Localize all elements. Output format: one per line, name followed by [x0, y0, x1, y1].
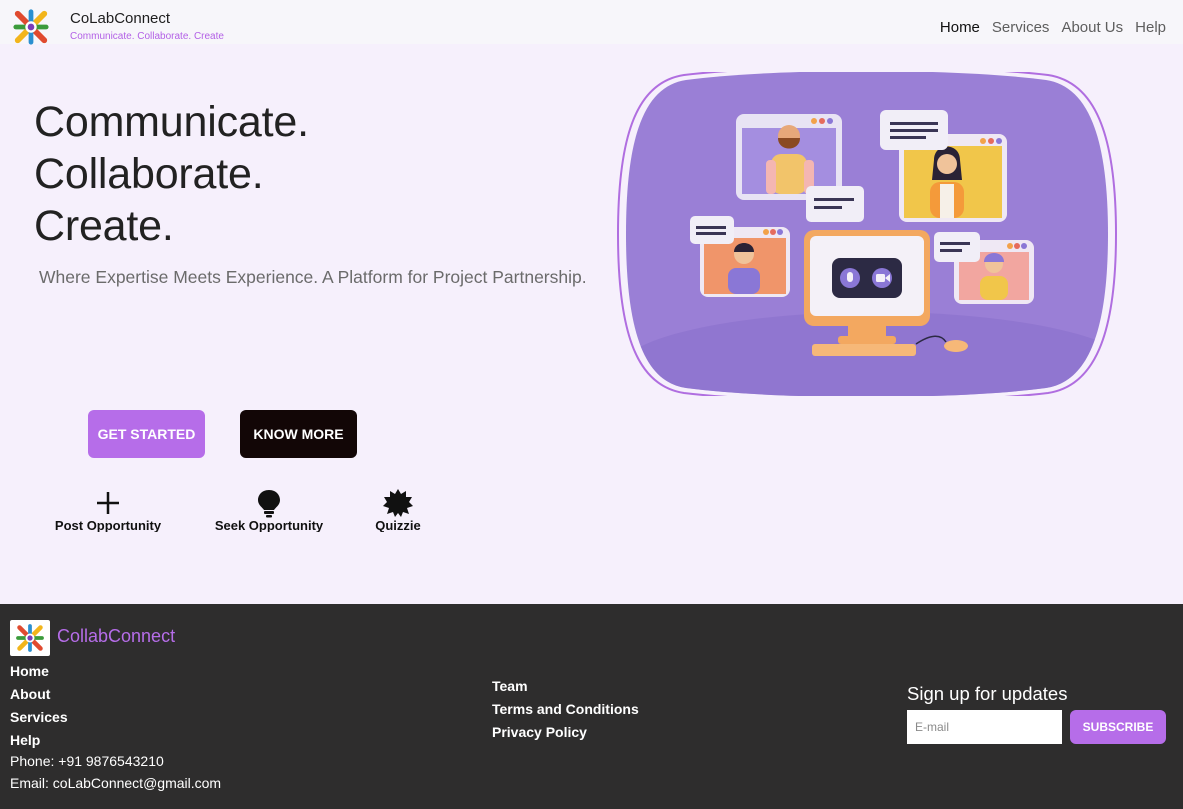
main-nav: Home Services About Us Help — [940, 19, 1166, 36]
get-started-button[interactable]: GET STARTED — [88, 410, 205, 458]
video-collaboration-illustration — [616, 72, 1118, 396]
plus-icon — [97, 492, 119, 514]
brand-name[interactable]: CoLabConnect — [70, 10, 170, 27]
colabconnect-logo-icon — [16, 624, 44, 652]
know-more-button[interactable]: KNOW MORE — [240, 410, 357, 458]
feature-label: Post Opportunity — [54, 518, 162, 532]
footer-email: Email: coLabConnect@gmail.com — [10, 775, 222, 791]
hero-subline: Where Expertise Meets Experience. A Plat… — [39, 267, 587, 287]
footer-link-privacy[interactable]: Privacy Policy — [492, 721, 639, 744]
feature-quizzie[interactable]: Quizzie — [360, 488, 436, 532]
footer-logo[interactable] — [10, 620, 50, 656]
nav-home[interactable]: Home — [940, 19, 980, 36]
feature-post-opportunity[interactable]: Post Opportunity — [48, 488, 168, 532]
feature-label: Quizzie — [375, 518, 421, 532]
nav-help[interactable]: Help — [1135, 19, 1166, 36]
top-navbar: CoLabConnect Communicate. Collaborate. C… — [0, 0, 1183, 46]
footer-phone: Phone: +91 9876543210 — [10, 753, 164, 769]
footer-links-secondary: Team Terms and Conditions Privacy Policy — [492, 675, 639, 744]
footer-link-services[interactable]: Services — [10, 706, 68, 729]
lightbulb-icon — [258, 490, 280, 518]
footer-link-help[interactable]: Help — [10, 729, 68, 752]
hero-headline: Communicate. Collaborate. Create. — [34, 96, 309, 252]
footer-link-home[interactable]: Home — [10, 660, 68, 683]
signup-title: Sign up for updates — [907, 683, 1068, 704]
signup-email-input[interactable] — [907, 710, 1062, 744]
headline-line-1: Communicate. — [34, 98, 309, 146]
feature-label: Seek Opportunity — [214, 518, 324, 532]
subscribe-button[interactable]: SUBSCRIBE — [1070, 710, 1166, 744]
footer-link-team[interactable]: Team — [492, 675, 639, 698]
colabconnect-logo[interactable] — [12, 8, 50, 46]
nav-about-us[interactable]: About Us — [1061, 19, 1123, 36]
footer-links-primary: Home About Services Help — [10, 660, 68, 752]
headline-line-2: Collaborate. — [34, 150, 264, 198]
brand-tagline: Communicate. Collaborate. Create — [70, 31, 224, 42]
headline-line-3: Create. — [34, 202, 174, 250]
footer-link-terms[interactable]: Terms and Conditions — [492, 698, 639, 721]
nav-services[interactable]: Services — [992, 19, 1050, 36]
site-footer: CollabConnect Home About Services Help P… — [0, 604, 1183, 809]
feature-seek-opportunity[interactable]: Seek Opportunity — [208, 488, 330, 532]
badge-icon — [383, 489, 413, 517]
footer-brand-name: CollabConnect — [57, 626, 176, 646]
footer-link-about[interactable]: About — [10, 683, 68, 706]
